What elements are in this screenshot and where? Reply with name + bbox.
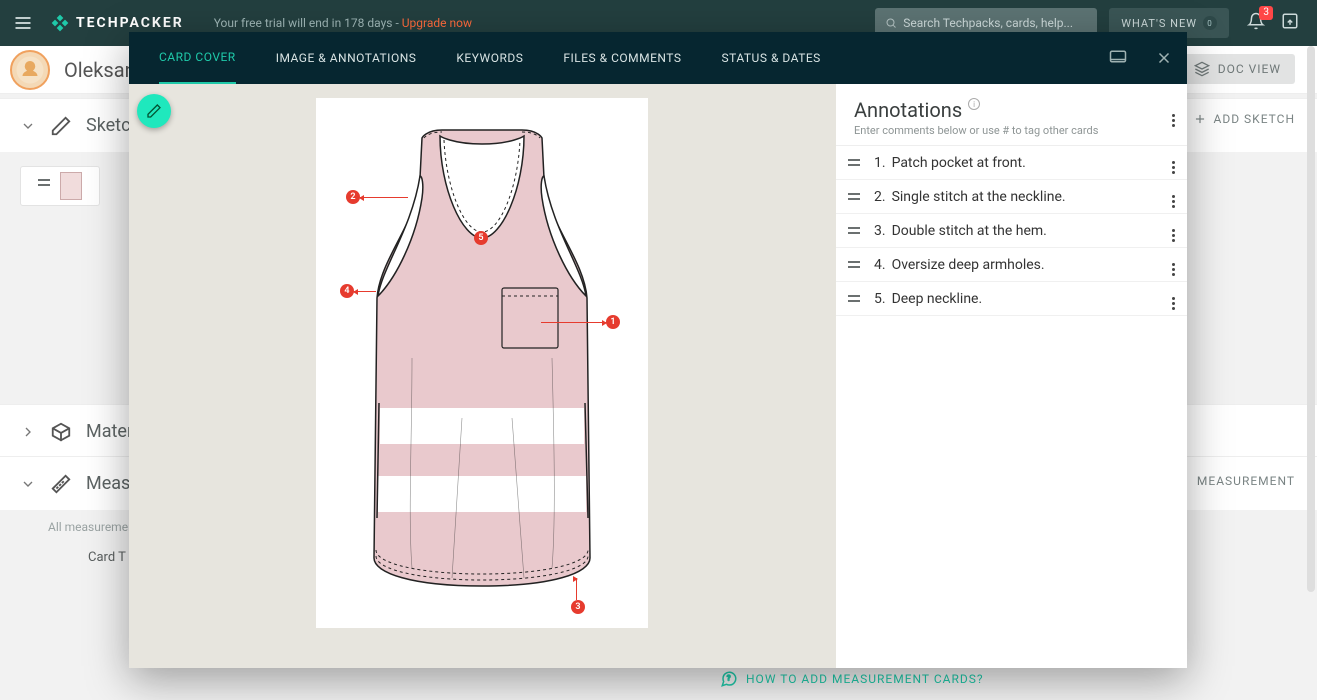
svg-text:?: ? <box>727 674 731 683</box>
card-title-label: Card T <box>88 550 126 565</box>
annotation-item[interactable]: 5. Deep neckline. <box>836 282 1187 316</box>
username: Oleksan <box>64 58 136 82</box>
thumbnail-image <box>60 172 82 200</box>
callout-4[interactable]: 4 <box>340 284 354 298</box>
drag-handle-icon[interactable] <box>848 193 864 200</box>
search-icon <box>885 17 897 29</box>
pencil-icon <box>50 115 72 137</box>
annotations-more-button[interactable] <box>1172 102 1175 127</box>
search-placeholder: Search Techpacks, cards, help... <box>903 16 1073 30</box>
tab-status-dates[interactable]: STATUS & DATES <box>722 33 821 83</box>
annotation-text: Patch pocket at front. <box>892 155 1026 171</box>
annotation-item[interactable]: 4. Oversize deep armholes. <box>836 248 1187 282</box>
scrollbar[interactable] <box>1307 46 1315 592</box>
drag-handle-icon[interactable] <box>848 227 864 234</box>
drag-handle-icon[interactable] <box>38 179 52 193</box>
help-button[interactable] <box>1281 12 1299 34</box>
callout-5[interactable]: 5 <box>474 231 488 245</box>
help-measurement-label: HOW TO ADD MEASUREMENT CARDS? <box>746 672 984 686</box>
tab-card-cover[interactable]: CARD COVER <box>159 32 236 84</box>
tab-keywords[interactable]: KEYWORDS <box>456 33 523 83</box>
cube-icon <box>50 421 72 443</box>
tab-files-comments[interactable]: FILES & COMMENTS <box>563 33 681 83</box>
annotation-number: 5. <box>874 291 886 307</box>
callout-2[interactable]: 2 <box>346 190 360 204</box>
doc-view-label: DOC VIEW <box>1218 62 1281 76</box>
annotations-subtitle: Enter comments below or use # to tag oth… <box>854 124 1169 137</box>
add-sketch-button[interactable]: ADD SKETCH <box>1193 112 1295 126</box>
brand-text: TECHPACKER <box>76 15 184 31</box>
trial-notice: Your free trial will end in 178 days - U… <box>214 16 472 30</box>
avatar[interactable] <box>10 50 50 90</box>
annotations-panel: Annotations i Enter comments below or us… <box>835 84 1187 668</box>
annotation-number: 3. <box>874 223 886 239</box>
measurement-note: All measurement <box>48 520 139 534</box>
tab-image-annotations[interactable]: IMAGE & ANNOTATIONS <box>276 33 417 83</box>
layers-icon <box>1194 61 1210 77</box>
add-measurement-button[interactable]: MEASUREMENT <box>1197 474 1295 488</box>
plus-icon <box>1193 112 1207 126</box>
drag-handle-icon[interactable] <box>848 261 864 268</box>
canvas-area: 1 2 3 4 5 <box>129 84 835 668</box>
annotations-header: Annotations i Enter comments below or us… <box>836 84 1187 146</box>
annotation-text: Deep neckline. <box>892 291 983 307</box>
sketch-image[interactable]: 1 2 3 4 5 <box>316 98 648 628</box>
annotations-list: 1. Patch pocket at front. 2. Single stit… <box>836 146 1187 668</box>
whats-new-label: WHAT'S NEW <box>1121 17 1197 30</box>
drag-handle-icon[interactable] <box>848 295 864 302</box>
annotation-number: 4. <box>874 257 886 273</box>
garment-drawing <box>352 118 612 618</box>
ruler-icon <box>50 473 72 495</box>
desktop-icon[interactable] <box>1109 49 1127 67</box>
whats-new-count: 0 <box>1203 16 1217 30</box>
annotation-more-button[interactable] <box>1172 254 1175 276</box>
notification-count: 3 <box>1259 6 1273 20</box>
sketch-thumbnail[interactable] <box>20 166 100 206</box>
drag-handle-icon[interactable] <box>848 159 864 166</box>
chevron-down-icon <box>20 118 36 134</box>
modal-tabs: CARD COVER IMAGE & ANNOTATIONS KEYWORDS … <box>129 32 1187 84</box>
trial-text: Your free trial will end in 178 days - <box>214 16 402 30</box>
info-icon[interactable]: i <box>968 98 980 110</box>
annotation-number: 1. <box>874 155 886 171</box>
add-sketch-label: ADD SKETCH <box>1213 112 1295 126</box>
annotation-more-button[interactable] <box>1172 220 1175 242</box>
close-icon[interactable] <box>1155 49 1173 67</box>
menu-icon[interactable] <box>0 0 46 46</box>
edit-fab-button[interactable] <box>137 94 171 128</box>
annotations-title: Annotations <box>854 98 962 122</box>
notifications-button[interactable]: 3 <box>1247 12 1265 34</box>
annotation-more-button[interactable] <box>1172 288 1175 310</box>
callout-3[interactable]: 3 <box>571 600 585 614</box>
callout-1[interactable]: 1 <box>606 315 620 329</box>
card-modal: CARD COVER IMAGE & ANNOTATIONS KEYWORDS … <box>129 32 1187 668</box>
brand-logo[interactable]: TECHPACKER <box>50 13 184 33</box>
help-measurement-link[interactable]: ? HOW TO ADD MEASUREMENT CARDS? <box>720 670 984 688</box>
annotation-text: Double stitch at the hem. <box>892 223 1047 239</box>
upgrade-link[interactable]: Upgrade now <box>402 16 472 30</box>
chevron-right-icon <box>20 424 36 440</box>
annotation-more-button[interactable] <box>1172 152 1175 174</box>
annotation-item[interactable]: 2. Single stitch at the neckline. <box>836 180 1187 214</box>
annotation-text: Oversize deep armholes. <box>892 257 1045 273</box>
chat-icon: ? <box>720 670 738 688</box>
annotation-more-button[interactable] <box>1172 186 1175 208</box>
annotation-item[interactable]: 1. Patch pocket at front. <box>836 146 1187 180</box>
chevron-down-icon <box>20 476 36 492</box>
annotation-text: Single stitch at the neckline. <box>892 189 1066 205</box>
doc-view-button[interactable]: DOC VIEW <box>1180 54 1295 84</box>
annotation-number: 2. <box>874 189 886 205</box>
annotation-item[interactable]: 3. Double stitch at the hem. <box>836 214 1187 248</box>
pencil-icon <box>146 103 162 119</box>
